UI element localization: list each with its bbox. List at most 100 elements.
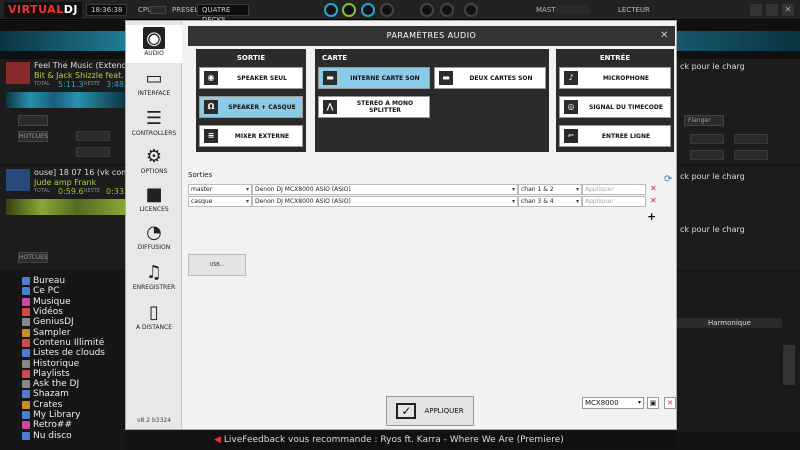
speaker-casque-button[interactable]: Ω SPEAKER + CASQUE [199,96,303,118]
side-tab-info[interactable] [783,345,795,385]
close-icon[interactable]: ✕ [660,26,669,46]
sidebar-item-enregistrer[interactable]: ♫ ENREGISTRER [126,259,182,297]
knob-icon[interactable] [342,3,356,17]
browser-item[interactable]: Ce PC [0,286,125,296]
output-channel-select[interactable]: chan 3 & 4 ▾ [518,196,582,207]
browser-item[interactable]: Listes de clouds [0,348,125,358]
folder-icon [22,359,30,368]
browser-item[interactable]: Playlists [0,369,125,379]
output-device-select[interactable]: Denon DJ MCX8000 ASIO (ASIO) ▾ [252,196,518,207]
loop-button[interactable] [18,115,48,126]
deck-top-title: Feel The Music (Extended [34,61,137,70]
sampler-pad[interactable] [734,134,768,144]
browser-item[interactable]: GeniusDJ [0,317,125,327]
browser-item[interactable]: Historique [0,358,125,369]
deck-mode-select[interactable]: QUATRE DECKS [197,4,249,24]
sampler-pad[interactable] [690,150,724,160]
microphone-button[interactable]: ♪ MICROPHONE [559,67,671,89]
speaker-seul-button[interactable]: ◉ SPEAKER SEUL [199,67,303,89]
sidebar-item-licences[interactable]: ■ LICENCES [126,181,182,219]
clock: 18:36:38 [86,4,128,16]
sidebar-item-interface[interactable]: ▭ INTERFACE [126,65,182,103]
browser-item-label: Contenu Illimité [33,337,105,348]
remove-output-icon[interactable]: ✕ [650,196,657,206]
deck-bottom-hotcues-button[interactable]: HOTCUES [18,252,48,263]
sidebar-item-audio[interactable]: ◉ AUDIO [126,25,182,63]
delete-preset-icon[interactable]: ✕ [664,397,676,409]
knob-icon[interactable] [464,3,478,17]
harmonique-column-header[interactable]: Harmonique [677,318,782,328]
output-name-select[interactable]: master ▾ [188,184,252,195]
knob-icon[interactable] [361,3,375,17]
knob-icon[interactable] [420,3,434,17]
deux-cartes-son-button[interactable]: ▬ DEUX CARTES SON [434,67,546,89]
window-close-icon[interactable]: ✕ [782,4,794,16]
browser-item[interactable]: My Library [0,410,125,420]
browser-item[interactable]: Crates [0,400,125,410]
settings-sidebar: ◉ AUDIO ▭ INTERFACE ☰ CONTROLLERS ⚙ OPTI… [126,21,182,429]
output-name-select[interactable]: casque ▾ [188,196,252,207]
stereo-mono-splitter-button[interactable]: ⋀ STEREO A MONO SPLITTER [318,96,430,118]
deck-top-hotcues-button[interactable]: HOTCUES [18,131,48,142]
apply-button[interactable]: ✓ APPLIQUER [386,396,474,426]
browser-item[interactable]: Shazam [0,389,125,399]
add-output-icon[interactable]: + [647,210,656,223]
output-apply-field[interactable]: Appliquer [582,196,646,207]
sidebar-item-controllers[interactable]: ☰ CONTROLLERS [126,105,182,143]
browser-item[interactable]: Sampler [0,327,125,338]
maximize-icon[interactable] [766,4,778,16]
output-device-select[interactable]: Denon DJ MCX8000 ASIO (ASIO) ▾ [252,184,518,195]
browser-item[interactable]: Contenu Illimité [0,338,125,348]
browser-item[interactable]: Bureau [0,276,125,286]
browser-item[interactable]: Nu disco [0,430,125,441]
sidebar-item-label: A DISTANCE [136,324,172,331]
sidebar-item-label: CONTROLLERS [131,130,177,137]
refresh-icon[interactable]: ⟳ [664,174,672,185]
livefeed-bar[interactable]: ◀ LiveFeedback vous recommande : Ryos ft.… [210,432,677,448]
remove-output-icon[interactable]: ✕ [650,184,657,194]
browser-item[interactable]: Ask the DJ [0,379,125,389]
soundcard-icon: ▬ [323,71,337,85]
hotcue-pad[interactable] [76,147,110,157]
browser-item[interactable]: Musique [0,297,125,307]
folder-icon [22,349,30,358]
deck-top-waveform [6,92,125,108]
sidebar-item-diffusion[interactable]: ◔ DIFFUSION [126,219,182,257]
save-icon[interactable]: ▣ [647,397,659,409]
hotcue-pad[interactable] [76,131,110,141]
folder-icon [22,390,30,399]
interne-carte-son-button[interactable]: ▬ INTERNE CARTE SON [318,67,430,89]
output-channel-select[interactable]: chan 1 & 2 ▾ [518,184,582,195]
browser-file-list [677,272,800,432]
effect-select[interactable]: Flanger [684,115,724,126]
folder-icon [22,338,30,347]
top-bar: VIRTUALDJ 18:36:38 CPU PRESEL QUATRE DEC… [0,0,800,24]
browser-item[interactable]: Retro## [0,420,125,430]
usb-button[interactable]: USB... [188,254,246,276]
timecode-button[interactable]: ◎ SIGNAL DU TIMECODE [559,96,671,118]
browser-item-label: Vidéos [33,307,63,318]
apply-button-label: APPLIQUER [424,407,464,415]
preset-select[interactable]: MCX8000 ▾ [582,397,644,409]
browser-item-label: Listes de clouds [33,348,105,359]
deck-bottom-remain: 0:33. [106,187,127,196]
master-volume-slider[interactable] [556,5,590,14]
mixer-externe-button[interactable]: ≡ MIXER EXTERNE [199,125,303,147]
browser-item[interactable]: Vidéos [0,307,125,317]
sidebar-item-a-distance[interactable]: ▯ A DISTANCE [126,299,182,337]
knob-icon[interactable] [440,3,454,17]
folder-icon [22,297,30,306]
knob-icon[interactable] [380,3,394,17]
entree-ligne-button[interactable]: ⌐ ENTREE LIGNE [559,125,671,147]
sidebar-item-options[interactable]: ⚙ OPTIONS [126,143,182,181]
sampler-pad[interactable] [734,150,768,160]
gear-icon: ⚙ [145,145,163,167]
sampler-pad[interactable] [690,134,724,144]
knob-icon[interactable] [324,3,338,17]
minimize-icon[interactable] [750,4,762,16]
checkmark-icon: ✓ [396,403,417,419]
sidebar-item-label: ENREGISTRER [132,284,176,291]
output-apply-field[interactable]: Appliquer [582,184,646,195]
broadcast-icon: ◔ [146,221,162,243]
folder-icon [22,431,30,440]
